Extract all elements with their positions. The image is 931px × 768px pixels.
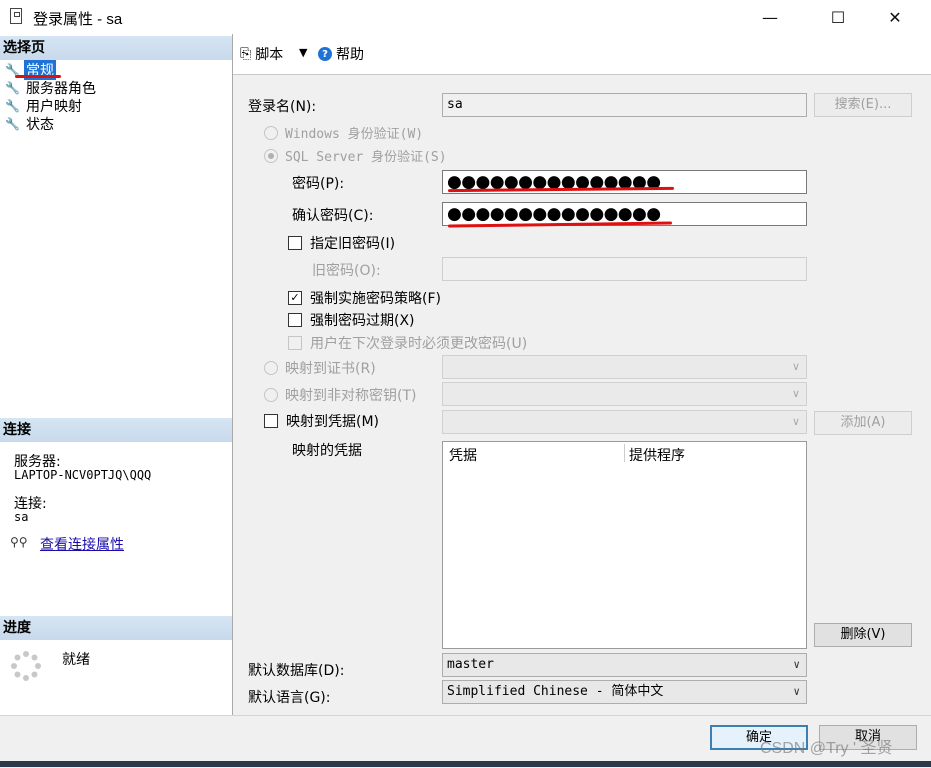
windows-auth-radio[interactable] [264,125,278,140]
enforce-policy-checkbox[interactable]: ✓ [288,291,302,305]
script-icon: ⎘ [240,46,252,62]
help-label: 帮助 [336,47,364,63]
maximize-button[interactable]: ☐ [815,0,861,34]
window-title: 登录属性 - sa [33,11,123,28]
wrench-icon: 🔧 [5,99,20,113]
page-item-label: 服务器角色 [26,81,96,97]
chevron-down-icon: ∨ [791,360,800,373]
window-app-icon [10,8,22,24]
map-credential-label: 映射到凭据(M) [286,414,380,430]
login-name-input[interactable]: sa [442,93,807,117]
page-item-label: 状态 [26,117,54,133]
close-icon: ✕ [888,7,902,27]
window-frame-edge [0,761,931,767]
enforce-expiration-label: 强制密码过期(X) [310,313,415,329]
progress-spinner-icon [11,651,41,681]
remove-credential-button[interactable]: 删除(V) [814,623,912,647]
help-icon: ? [318,47,332,61]
page-item-label: 用户映射 [26,99,82,115]
script-button[interactable]: ⎘ 脚本 [240,44,283,64]
specify-old-password-option[interactable]: 指定旧密码(I) [288,233,395,253]
maximize-icon: ☐ [830,7,846,27]
map-asym-key-radio[interactable] [264,388,278,402]
enforce-expiration-option[interactable]: 强制密码过期(X) [288,310,415,330]
column-header-provider[interactable]: 提供程序 [629,445,685,465]
connection-properties-icon: ⚲⚲ [10,535,28,549]
chevron-down-icon: ∨ [791,415,800,428]
certificate-select[interactable]: ∨ [442,355,807,379]
csdn-watermark: CSDN @Try ' 圣贤 [760,740,893,757]
default-database-value: master [447,657,494,672]
enforce-expiration-checkbox[interactable] [288,313,302,327]
default-database-select[interactable]: master ∨ [442,653,807,677]
confirm-password-label: 确认密码(C): [292,208,374,224]
column-header-credential[interactable]: 凭据 [449,445,477,465]
chevron-down-icon: ∨ [793,658,800,671]
enforce-policy-option[interactable]: ✓ 强制实施密码策略(F) [288,288,441,308]
server-value: LAPTOP-NCV0PTJQ\QQQ [14,468,152,482]
map-asym-key-label: 映射到非对称密钥(T) [285,388,417,404]
sql-auth-radio[interactable] [264,148,278,163]
windows-auth-label: Windows 身份验证(W) [285,127,424,142]
chevron-down-icon: ∨ [793,685,800,698]
minimize-icon: — [762,7,778,27]
sql-auth-option[interactable]: SQL Server 身份验证(S) [264,146,447,165]
toolbar: ⎘ 脚本 ▼ ? 帮助 [233,34,931,75]
connection-value: sa [14,510,29,524]
login-name-label: 登录名(N): [248,99,317,115]
must-change-label: 用户在下次登录时必须更改密码(U) [310,336,528,352]
map-certificate-option[interactable]: 映射到证书(R) [264,358,376,378]
script-label: 脚本 [255,47,284,63]
sql-auth-label: SQL Server 身份验证(S) [285,150,447,165]
map-credential-option[interactable]: 映射到凭据(M) [264,411,379,431]
default-language-label: 默认语言(G): [248,690,331,706]
title-bar[interactable]: 登录属性 - sa — ☐ ✕ [0,0,931,34]
enforce-policy-label: 强制实施密码策略(F) [310,291,441,307]
default-database-label: 默认数据库(D): [248,663,345,679]
asym-key-select[interactable]: ∨ [442,382,807,406]
specify-old-password-checkbox[interactable] [288,236,302,250]
left-pane [0,34,233,715]
script-dropdown-arrow-icon[interactable]: ▼ [299,46,307,59]
add-credential-button[interactable]: 添加(A) [814,411,912,435]
checkmark-icon: ✓ [290,291,300,304]
must-change-option[interactable]: 用户在下次登录时必须更改密码(U) [288,333,527,353]
map-certificate-radio[interactable] [264,361,278,375]
select-page-header: 选择页 [0,36,232,60]
old-password-input[interactable] [442,257,807,281]
wrench-icon: 🔧 [5,81,20,95]
map-asym-key-option[interactable]: 映射到非对称密钥(T) [264,385,416,405]
old-password-label: 旧密码(O): [312,263,381,279]
default-language-value: Simplified Chinese - 简体中文 [447,684,664,699]
help-button[interactable]: ? 帮助 [318,44,364,64]
must-change-checkbox[interactable] [288,336,302,350]
wrench-icon: 🔧 [5,117,20,131]
map-certificate-label: 映射到证书(R) [285,361,376,377]
progress-header: 进度 [0,616,232,640]
page-item-user-mapping[interactable]: 🔧 用户映射 [5,97,84,115]
page-item-server-roles[interactable]: 🔧 服务器角色 [5,79,98,97]
minimize-button[interactable]: — [747,0,793,34]
mapped-credentials-label: 映射的凭据 [292,443,362,459]
specify-old-password-label: 指定旧密码(I) [310,236,396,252]
page-item-status[interactable]: 🔧 状态 [5,115,56,133]
mapped-credentials-list[interactable]: 凭据 提供程序 [442,441,807,649]
close-button[interactable]: ✕ [872,0,918,34]
progress-status: 就绪 [62,652,90,668]
search-button[interactable]: 搜索(E)... [814,93,912,117]
connection-header: 连接 [0,418,232,442]
map-credential-checkbox[interactable] [264,414,278,428]
view-connection-properties-link[interactable]: 查看连接属性 [40,534,124,554]
column-divider[interactable] [624,444,625,462]
chevron-down-icon: ∨ [791,387,800,400]
windows-auth-option[interactable]: Windows 身份验证(W) [264,123,423,142]
credential-select[interactable]: ∨ [442,410,807,434]
password-label: 密码(P): [292,176,345,192]
default-language-select[interactable]: Simplified Chinese - 简体中文 ∨ [442,680,807,704]
